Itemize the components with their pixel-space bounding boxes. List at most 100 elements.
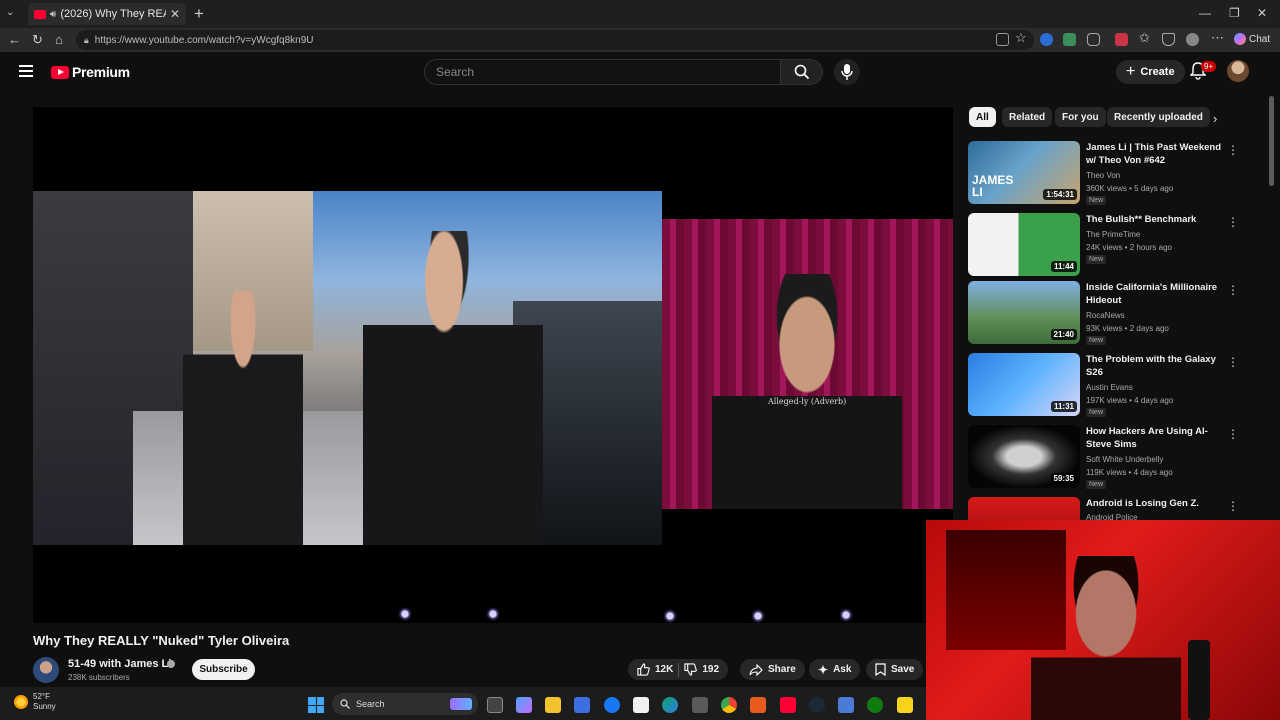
split-screen-icon[interactable] [996, 33, 1009, 46]
settings-app-icon[interactable] [838, 697, 854, 713]
xbox-icon[interactable] [867, 697, 883, 713]
youtube-icon[interactable] [780, 697, 796, 713]
back-arrow-icon[interactable]: ← [8, 32, 21, 47]
view-stats: 197K views • 4 days ago [1086, 396, 1174, 405]
video-title[interactable]: How Hackers Are Using AI- Steve Sims [1086, 425, 1226, 451]
more-actions-icon[interactable]: ⋮ [1227, 499, 1239, 513]
channel-avatar[interactable] [33, 657, 59, 683]
edge-icon[interactable] [662, 697, 678, 713]
recommended-video[interactable]: 59:35 How Hackers Are Using AI- Steve Si… [968, 425, 1258, 491]
recommended-video[interactable]: 21:40 Inside California's Millionaire Hi… [968, 281, 1258, 347]
channel-name[interactable]: The PrimeTime [1086, 229, 1140, 240]
video-title[interactable]: Android is Losing Gen Z. [1086, 497, 1226, 510]
more-actions-icon[interactable]: ⋮ [1227, 355, 1239, 369]
like-button[interactable]: 12K [637, 663, 673, 676]
chip-related[interactable]: Related [1002, 107, 1053, 127]
address-bar[interactable]: 🔒︎ https://www.youtube.com/watch?v=yWcgf… [76, 30, 1034, 50]
video-player[interactable]: Alleged-ly (Adverb) [33, 107, 953, 623]
create-button[interactable]: + Create [1116, 60, 1185, 84]
speaker-icon[interactable]: 🔊︎ [50, 9, 56, 20]
reload-icon[interactable]: ↻ [32, 32, 43, 48]
store-icon[interactable] [574, 697, 590, 713]
shield-icon[interactable] [1162, 33, 1175, 46]
more-actions-icon[interactable]: ⋮ [1227, 283, 1239, 297]
close-tab-icon[interactable]: ✕ [170, 7, 180, 21]
recommended-video[interactable]: 11:44 The Bullsh** Benchmark The PrimeTi… [968, 213, 1258, 279]
share-button[interactable]: Share [740, 659, 805, 680]
video-thumbnail[interactable]: JAMES LI 1:54:31 [968, 141, 1080, 204]
favorite-star-icon[interactable]: ☆ [1015, 30, 1027, 46]
video-thumbnail[interactable] [968, 497, 1080, 521]
search-input[interactable] [424, 59, 781, 85]
windows-start-icon[interactable] [308, 697, 324, 713]
file-explorer-icon[interactable] [545, 697, 561, 713]
facebook-icon[interactable] [604, 697, 620, 713]
ask-button[interactable]: ✦ Ask [809, 659, 861, 680]
chip-for-you[interactable]: For you [1055, 107, 1106, 127]
menu-hamburger-icon[interactable] [19, 65, 33, 77]
extension-icon[interactable] [1115, 33, 1128, 46]
amazon-icon[interactable] [633, 697, 649, 713]
home-icon[interactable]: ⌂ [55, 32, 63, 47]
extension-icon[interactable] [1040, 33, 1053, 46]
video-thumbnail[interactable]: 59:35 [968, 425, 1080, 488]
chat-label: Chat [1249, 33, 1271, 45]
video-thumbnail[interactable]: 11:31 [968, 353, 1080, 416]
more-options-icon[interactable]: ⋯ [1211, 30, 1224, 46]
channel-name[interactable]: RocaNews [1086, 310, 1125, 321]
tab-list-chevron-icon[interactable]: ⌄ [6, 7, 14, 18]
video-thumbnail[interactable]: 21:40 [968, 281, 1080, 344]
favorites-icon[interactable]: ✩ [1139, 30, 1150, 46]
chip-all[interactable]: All [969, 107, 996, 127]
recommended-video[interactable]: JAMES LI 1:54:31 James Li | This Past We… [968, 141, 1258, 207]
recommended-video[interactable]: 11:31 The Problem with the Galaxy S26 Au… [968, 353, 1258, 419]
channel-name[interactable]: Theo Von [1086, 170, 1120, 181]
video-title[interactable]: The Problem with the Galaxy S26 [1086, 353, 1226, 379]
profile-icon[interactable] [1186, 33, 1199, 46]
save-button[interactable]: Save [866, 659, 924, 680]
weather-widget[interactable]: 52°F Sunny [14, 692, 56, 712]
restore-icon[interactable]: ❐ [1229, 6, 1240, 20]
video-thumbnail[interactable]: 11:44 [968, 213, 1080, 276]
scrollbar[interactable] [1269, 96, 1274, 186]
subscribe-button[interactable]: Subscribe [192, 659, 255, 680]
more-actions-icon[interactable]: ⋮ [1227, 427, 1239, 441]
account-avatar[interactable] [1227, 60, 1249, 82]
extensions-puzzle-icon[interactable] [1087, 33, 1100, 46]
calculator-icon[interactable] [692, 697, 708, 713]
task-view-icon[interactable] [487, 697, 503, 713]
taskbar-search[interactable]: Search [332, 693, 478, 715]
sticky-notes-icon[interactable] [897, 697, 913, 713]
video-title[interactable]: James Li | This Past Weekend w/ Theo Von… [1086, 141, 1226, 167]
browser-tab-active[interactable]: 🔊︎ (2026) Why They REALLY "Nu ✕ [28, 3, 186, 25]
screen: ⌄ 🔊︎ (2026) Why They REALLY "Nu ✕ + — ❐ … [0, 0, 1280, 720]
dislike-button[interactable]: 192 [684, 663, 719, 676]
steam-icon[interactable] [809, 697, 825, 713]
extension-icon[interactable] [1063, 33, 1076, 46]
channel-name[interactable]: 51-49 with James Li [68, 658, 171, 670]
channel-name[interactable]: Soft White Underbelly [1086, 454, 1163, 465]
microphone-stand [1188, 640, 1210, 720]
more-actions-icon[interactable]: ⋮ [1227, 215, 1239, 229]
chrome-icon[interactable] [721, 697, 737, 713]
video-frame-host: Alleged-ly (Adverb) [662, 219, 953, 509]
recommended-video[interactable]: Android is Losing Gen Z. Android Police … [968, 497, 1258, 521]
minimize-icon[interactable]: — [1199, 6, 1211, 20]
search-button[interactable] [781, 59, 823, 85]
site-info-icon[interactable]: 🔒︎ [84, 35, 89, 46]
new-tab-button[interactable]: + [194, 4, 204, 24]
channel-name[interactable]: Austin Evans [1086, 382, 1133, 393]
tab-title: (2026) Why They REALLY "Nu [60, 8, 166, 20]
video-title[interactable]: Inside California's Millionaire Hideout [1086, 281, 1226, 307]
video-title[interactable]: The Bullsh** Benchmark [1086, 213, 1226, 226]
copilot-chat-button[interactable]: Chat [1234, 33, 1270, 45]
app-icon[interactable] [750, 697, 766, 713]
chevron-right-icon[interactable]: › [1213, 111, 1217, 126]
voice-search-button[interactable] [834, 59, 860, 85]
chip-recently-uploaded[interactable]: Recently uploaded [1107, 107, 1210, 127]
youtube-premium-logo[interactable]: Premium [51, 64, 130, 80]
more-actions-icon[interactable]: ⋮ [1227, 143, 1239, 157]
ask-label: Ask [833, 664, 852, 675]
close-window-icon[interactable]: ✕ [1257, 6, 1267, 20]
copilot-icon[interactable] [516, 697, 532, 713]
